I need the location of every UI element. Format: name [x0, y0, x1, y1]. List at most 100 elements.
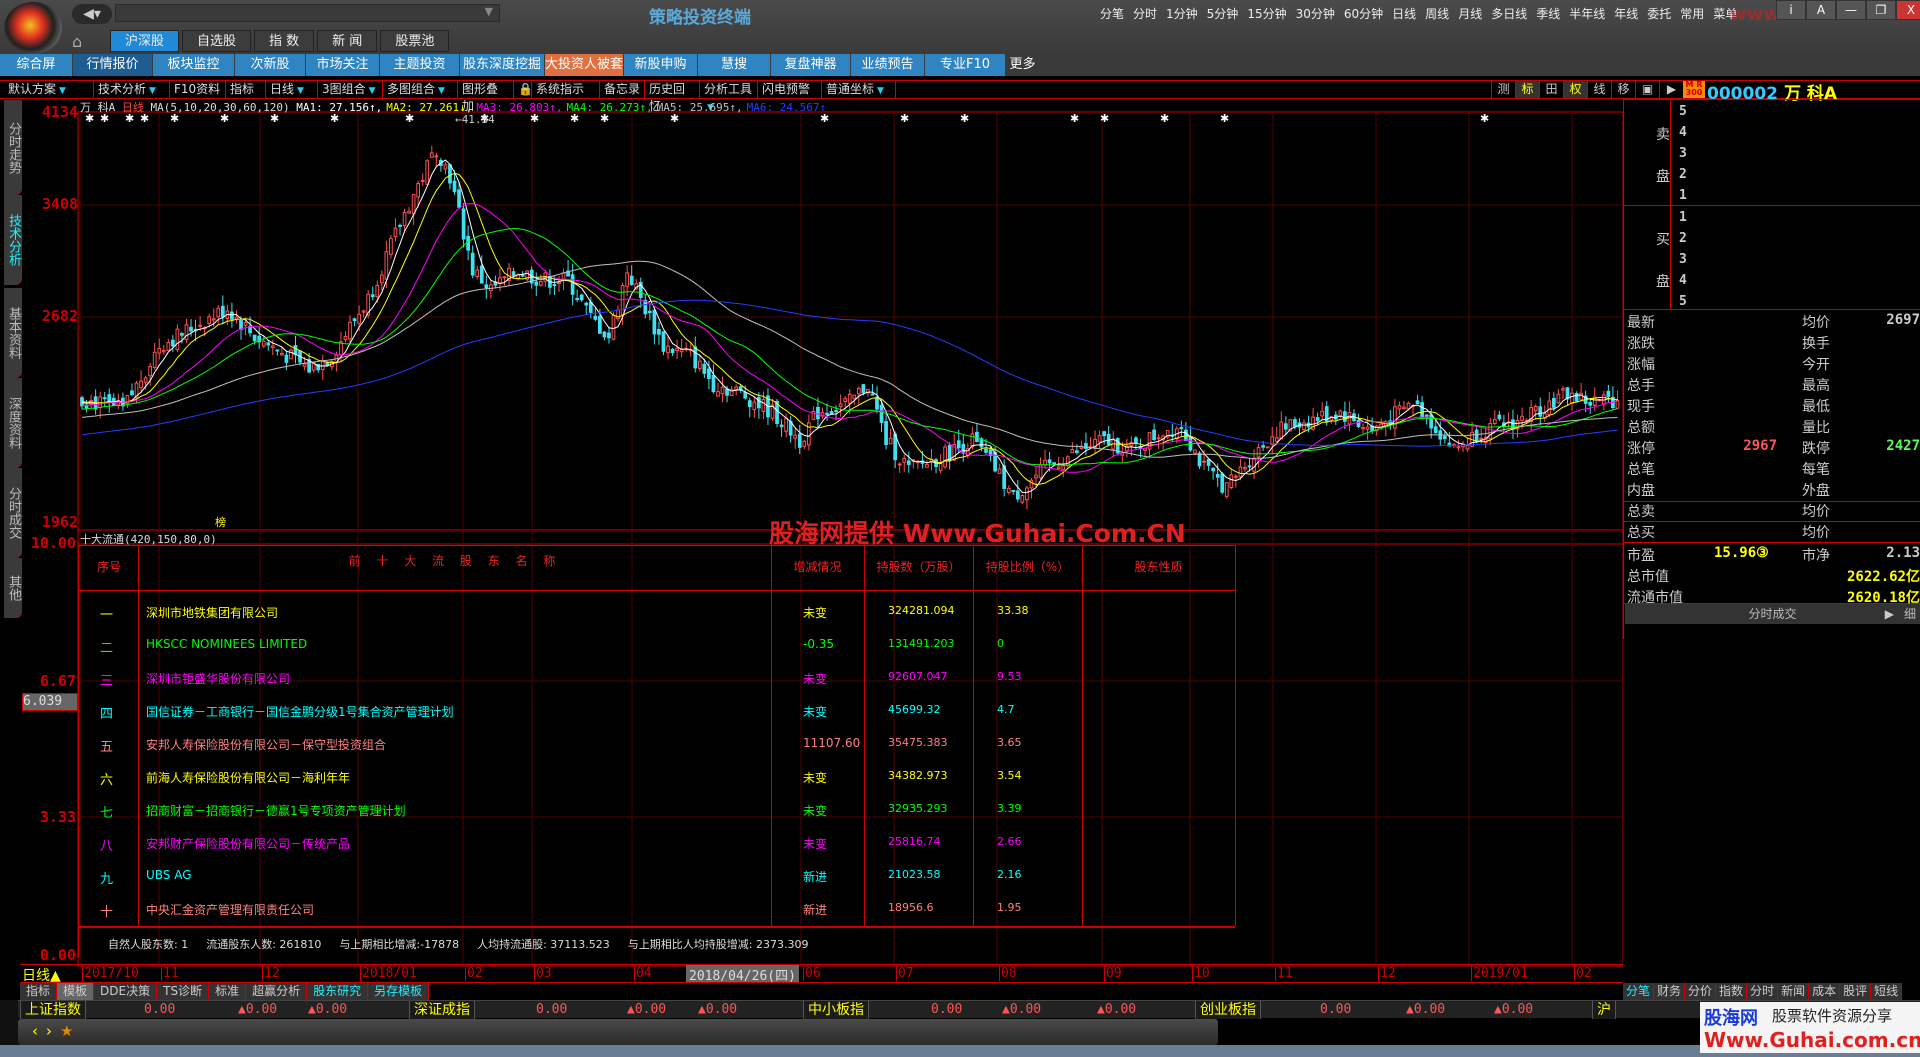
chevron-down-icon[interactable]: ▼ [369, 86, 376, 96]
toolbar-7[interactable]: 图形叠加 [458, 81, 514, 113]
nav-item-12[interactable]: 专业F10 [925, 54, 1005, 76]
toolbar-0[interactable]: 默认方案 ▼ [4, 81, 94, 98]
bottom-tab-0[interactable]: 指标 [20, 983, 58, 1000]
toolbar-1[interactable]: 技术分析 ▼ [94, 81, 170, 98]
toolbar-6[interactable]: 多图组合 ▼ [383, 81, 458, 98]
nav-item-8[interactable]: 新股申购 [624, 54, 697, 76]
menu-8[interactable]: 周线 [1425, 5, 1449, 22]
toolbar-8[interactable]: 🔒 [514, 81, 533, 98]
nav-item-4[interactable]: 市场关注 [306, 54, 379, 76]
star-icon[interactable]: ★ [60, 1022, 73, 1040]
index-name[interactable]: 中小板指 [803, 1001, 869, 1019]
side-tab-3[interactable]: 深度资料 [4, 378, 22, 468]
menu-15[interactable]: 常用 [1680, 5, 1704, 22]
menu-12[interactable]: 半年线 [1569, 5, 1605, 22]
toolbar-9[interactable]: 系统指示 [532, 81, 600, 98]
bottom-tab-2[interactable]: DDE决策 [94, 983, 158, 1000]
chevron-down-icon[interactable]: ▼ [485, 5, 493, 18]
search-input[interactable]: ▼ [115, 4, 500, 22]
home-icon[interactable]: ⌂ [72, 32, 82, 51]
menu-10[interactable]: 多日线 [1491, 5, 1527, 22]
side-tab-4[interactable]: 分时成交 [4, 468, 22, 558]
chart-tool-4[interactable]: 线 [1587, 81, 1611, 98]
menu-11[interactable]: 季线 [1536, 5, 1560, 22]
chart-tool-1[interactable]: 标 [1515, 81, 1539, 98]
toolbar-4[interactable]: 日线 ▼ [266, 81, 318, 98]
bottom-tab-1[interactable]: 模板 [57, 983, 95, 1000]
tab-4[interactable]: 股票池 [380, 30, 450, 52]
index-name[interactable]: 创业板指 [1195, 1001, 1261, 1019]
menu-5[interactable]: 30分钟 [1296, 5, 1335, 22]
nav-item-10[interactable]: 复盘神器 [771, 54, 850, 76]
menu-0[interactable]: 分笔 [1100, 5, 1124, 22]
font-icon[interactable]: A [1806, 0, 1836, 20]
ticks-tab[interactable]: 分时成交 ▶ 细 [1625, 604, 1920, 624]
chevron-down-icon[interactable]: ▼ [59, 86, 66, 96]
toolbar-10[interactable]: 备忘录 [600, 81, 645, 98]
nav-item-2[interactable]: 板块监控 [153, 54, 234, 76]
toolbar-3[interactable]: 指标 [226, 81, 266, 98]
bottom-tab-7[interactable]: 另存模板 [368, 983, 430, 1000]
nav-item-9[interactable]: 慧搜 [698, 54, 770, 76]
restore-icon[interactable]: ❐ [1866, 0, 1896, 20]
bottom-tab-5[interactable]: 超赢分析 [246, 983, 308, 1000]
nav-item-13[interactable]: 更多 [1006, 54, 1039, 76]
nav-item-1[interactable]: 行情报价 [73, 54, 152, 76]
back-arrow-icon[interactable]: ◀▾ [72, 4, 112, 24]
toolbar-14[interactable]: 普通坐标 ▼ [822, 81, 896, 98]
right-tab-0[interactable]: 分笔 [1623, 983, 1655, 1000]
menu-9[interactable]: 月线 [1458, 5, 1482, 22]
chevron-down-icon[interactable]: ▼ [297, 86, 304, 96]
menu-4[interactable]: 15分钟 [1247, 5, 1286, 22]
bottom-tab-6[interactable]: 股东研究 [307, 983, 369, 1000]
side-tab-0[interactable]: 分时走势 [4, 100, 22, 195]
chart-tool-0[interactable]: 测 [1491, 81, 1515, 98]
chart-tool-5[interactable]: 移 [1611, 81, 1635, 98]
chart-tool-7[interactable]: ▶ [1659, 81, 1683, 98]
nav-item-5[interactable]: 主题投资 [380, 54, 459, 76]
chart-tool-2[interactable]: 田 [1539, 81, 1563, 98]
chart-tool-3[interactable]: 权 [1563, 81, 1587, 98]
tab-1[interactable]: 自选股 [182, 30, 252, 52]
bottom-tab-3[interactable]: TS诊断 [157, 983, 210, 1000]
side-tab-1[interactable]: 技术分析 [4, 195, 22, 285]
index-name[interactable]: 深证成指 [409, 1001, 475, 1019]
chevron-down-icon[interactable]: ▼ [877, 86, 884, 96]
toolbar-13[interactable]: 闪电预警 [758, 81, 822, 98]
menu-3[interactable]: 5分钟 [1207, 5, 1239, 22]
nav-item-11[interactable]: 业绩预告 [851, 54, 924, 76]
right-tab-8[interactable]: 短线 [1871, 983, 1903, 1000]
play-icon[interactable]: ▶ [1885, 604, 1894, 624]
chevron-down-icon[interactable]: ▼ [438, 86, 445, 96]
prev-icon[interactable]: ‹ [32, 1022, 38, 1040]
right-tab-3[interactable]: 指数 [1716, 983, 1748, 1000]
minimize-icon[interactable]: — [1836, 0, 1866, 20]
toolbar-5[interactable]: 3图组合 ▼ [318, 81, 383, 98]
info-icon[interactable]: i [1776, 0, 1806, 20]
nav-item-6[interactable]: 股东深度挖掘 [460, 54, 544, 76]
toolbar-11[interactable]: 历史回忆 [645, 81, 700, 113]
next-icon[interactable]: › [46, 1022, 52, 1040]
chevron-down-icon[interactable]: ▼ [149, 86, 156, 96]
toolbar-2[interactable]: F10资料 [170, 81, 226, 98]
toolbar-12[interactable]: 分析工具▼ [700, 81, 758, 113]
nav-item-3[interactable]: 次新股 [235, 54, 305, 76]
right-tab-4[interactable]: 分时 [1747, 983, 1779, 1000]
chart-tool-6[interactable]: ▣ [1635, 81, 1659, 98]
detail-tab[interactable]: 细 [1904, 604, 1916, 624]
nav-item-7[interactable]: 大投资人被套 [545, 54, 623, 76]
tab-0[interactable]: 沪深股 [110, 30, 180, 52]
side-tab-2[interactable]: 基本资料 [4, 288, 22, 378]
menu-7[interactable]: 日线 [1392, 5, 1416, 22]
menu-14[interactable]: 委托 [1647, 5, 1671, 22]
tab-2[interactable]: 指 数 [254, 30, 315, 52]
close-icon[interactable]: X [1896, 0, 1920, 20]
right-tab-5[interactable]: 新闻 [1778, 983, 1810, 1000]
right-tab-7[interactable]: 股评 [1840, 983, 1872, 1000]
tab-3[interactable]: 新 闻 [317, 30, 378, 52]
right-tab-1[interactable]: 财务 [1654, 983, 1686, 1000]
right-tab-2[interactable]: 分价 [1685, 983, 1717, 1000]
app-logo[interactable] [4, 2, 62, 54]
menu-13[interactable]: 年线 [1614, 5, 1638, 22]
index-name[interactable]: 沪 [1592, 1001, 1616, 1019]
